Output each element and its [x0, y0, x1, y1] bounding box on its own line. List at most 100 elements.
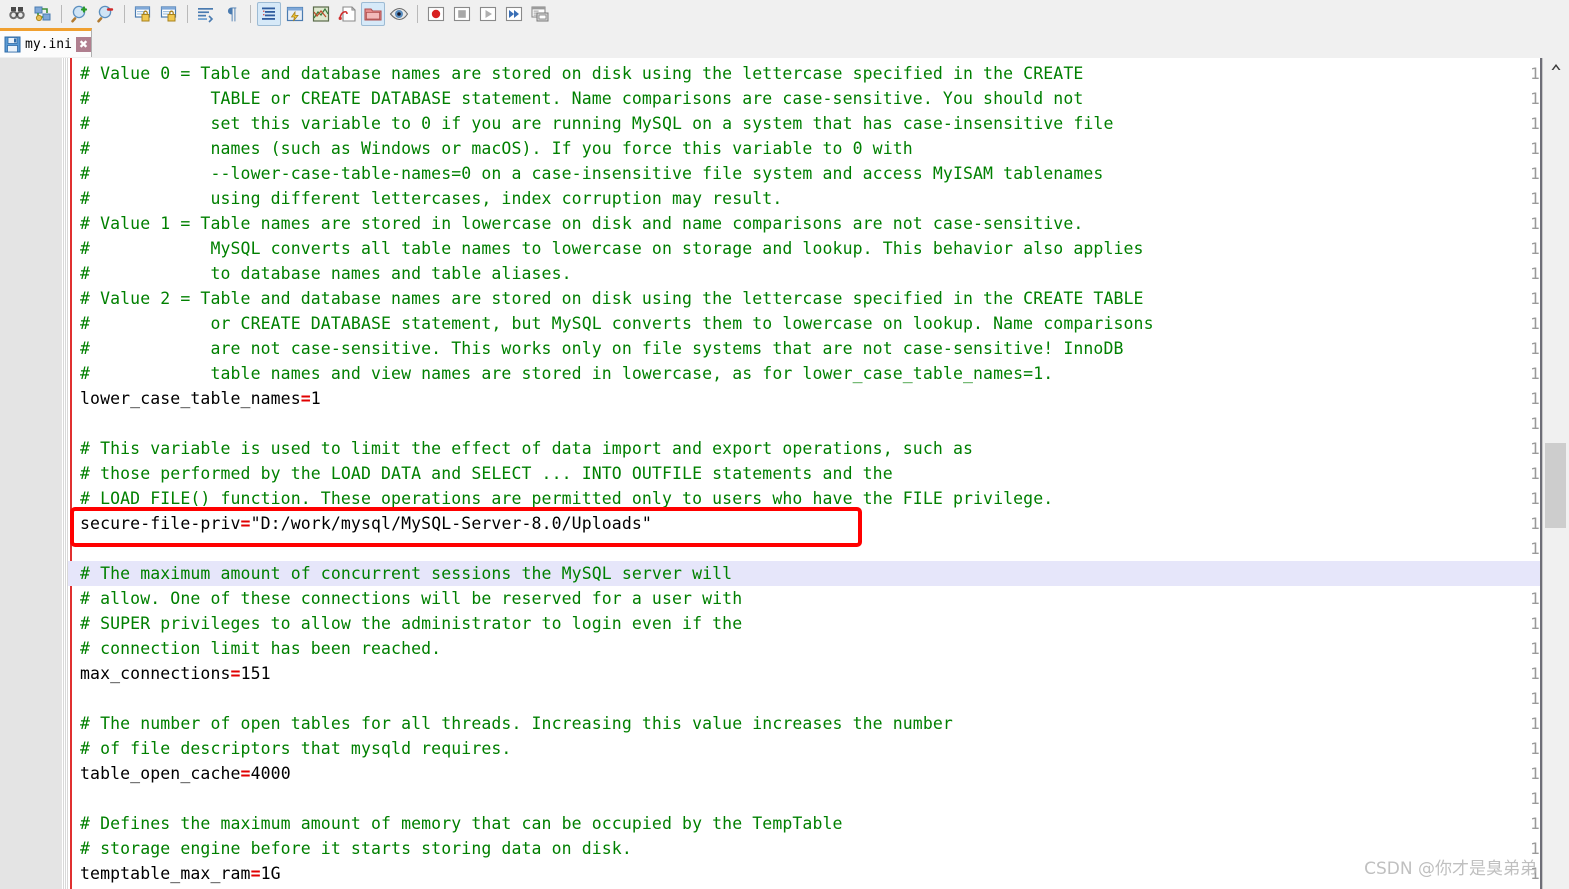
- setting-value: "D:/work/mysql/MySQL-Server-8.0/Uploads": [250, 514, 652, 533]
- code-line[interactable]: # to database names and table aliases.: [80, 261, 572, 286]
- monitoring-icon[interactable]: [387, 2, 411, 26]
- comment-text: # storage engine before it starts storin…: [80, 839, 632, 858]
- code-line[interactable]: # those performed by the LOAD DATA and S…: [80, 461, 893, 486]
- code-line[interactable]: max_connections=151: [80, 661, 271, 686]
- find-icon[interactable]: [5, 2, 29, 26]
- tab-label: my.ini: [25, 36, 72, 52]
- save-file-icon: [4, 36, 21, 53]
- comment-text: # connection limit has been reached.: [80, 639, 442, 658]
- show-all-characters-icon[interactable]: ¶: [220, 2, 244, 26]
- code-line[interactable]: # storage engine before it starts storin…: [80, 836, 632, 861]
- stop-recording-icon[interactable]: [450, 2, 474, 26]
- sync-horizontal-scroll-icon[interactable]: [157, 2, 181, 26]
- code-line[interactable]: # connection limit has been reached.: [80, 636, 441, 661]
- code-line[interactable]: # LOAD_FILE() function. These operations…: [80, 486, 1053, 511]
- code-line[interactable]: # --lower-case-table-names=0 on a case-i…: [80, 161, 1103, 186]
- save-macro-icon[interactable]: [528, 2, 552, 26]
- svg-text:¶: ¶: [227, 5, 238, 24]
- code-line[interactable]: # table names and view names are stored …: [80, 361, 1053, 386]
- comment-text: # MySQL converts all table names to lowe…: [80, 239, 1144, 258]
- setting-key: secure-file-priv: [80, 514, 241, 533]
- code-line[interactable]: lower_case_table_names=1: [80, 386, 321, 411]
- comment-text: # names (such as Windows or macOS). If y…: [80, 139, 913, 158]
- code-line[interactable]: # This variable is used to limit the eff…: [80, 436, 973, 461]
- toolbar: ¶: [0, 0, 1569, 29]
- comment-text: # set this variable to 0 if you are runn…: [80, 114, 1114, 133]
- code-line[interactable]: # using different lettercases, index cor…: [80, 186, 782, 211]
- tab-my-ini[interactable]: my.ini ✖: [0, 28, 92, 57]
- setting-value: 151: [240, 664, 271, 683]
- comment-text: # allow. One of these connections will b…: [80, 589, 743, 608]
- start-recording-icon[interactable]: [424, 2, 448, 26]
- code-line[interactable]: # SUPER privileges to allow the administ…: [80, 611, 742, 636]
- assignment-operator: =: [250, 864, 261, 883]
- replace-icon[interactable]: [31, 2, 55, 26]
- line-number-gutter: [0, 58, 62, 889]
- code-lines[interactable]: # Value 0 = Table and database names are…: [68, 58, 1569, 889]
- scroll-up-arrow-icon[interactable]: [1543, 58, 1568, 76]
- setting-key: table_open_cache: [80, 764, 241, 783]
- assignment-operator: =: [240, 764, 251, 783]
- code-line[interactable]: # of file descriptors that mysqld requir…: [80, 736, 511, 761]
- setting-key: lower_case_table_names: [80, 389, 301, 408]
- code-line[interactable]: # set this variable to 0 if you are runn…: [80, 111, 1113, 136]
- zoom-in-icon[interactable]: [68, 2, 92, 26]
- code-line[interactable]: # or CREATE DATABASE statement, but MySQ…: [80, 311, 1154, 336]
- code-editor[interactable]: 1501511521531541551561571581591601611621…: [0, 58, 1569, 889]
- comment-text: # those performed by the LOAD DATA and S…: [80, 464, 893, 483]
- vertical-scrollbar[interactable]: [1542, 58, 1569, 889]
- setting-key: max_connections: [80, 664, 231, 683]
- code-line[interactable]: # Value 2 = Table and database names are…: [80, 286, 1144, 311]
- user-defined-dialogue-icon[interactable]: [283, 2, 307, 26]
- code-line[interactable]: # TABLE or CREATE DATABASE statement. Na…: [80, 86, 1083, 111]
- toolbar-separator: [417, 5, 418, 23]
- code-line[interactable]: # Value 0 = Table and database names are…: [80, 61, 1083, 86]
- setting-value: 1G: [260, 864, 281, 883]
- comment-text: # TABLE or CREATE DATABASE statement. Na…: [80, 89, 1084, 108]
- comment-text: # LOAD_FILE() function. These operations…: [80, 489, 1054, 508]
- comment-text: # Value 2 = Table and database names are…: [80, 289, 1144, 308]
- setting-key: temptable_max_ram: [80, 864, 251, 883]
- word-wrap-icon[interactable]: [194, 2, 218, 26]
- tab-bar: my.ini ✖: [0, 28, 1569, 59]
- comment-text: # Value 0 = Table and database names are…: [80, 64, 1084, 83]
- close-glyph: ✖: [78, 37, 89, 51]
- code-line[interactable]: table_open_cache=4000: [80, 761, 291, 786]
- toolbar-separator: [124, 5, 125, 23]
- comment-text: # This variable is used to limit the eff…: [80, 439, 974, 458]
- setting-value: 4000: [250, 764, 291, 783]
- show-indent-guide-icon[interactable]: [257, 2, 281, 26]
- code-line[interactable]: temptable_max_ram=1G: [80, 861, 281, 886]
- function-list-icon[interactable]: [335, 2, 359, 26]
- comment-text: # Defines the maximum amount of memory t…: [80, 814, 843, 833]
- comment-text: # The maximum amount of concurrent sessi…: [80, 564, 733, 583]
- setting-value: 1: [310, 389, 321, 408]
- zoom-out-icon[interactable]: [94, 2, 118, 26]
- code-line[interactable]: secure-file-priv="D:/work/mysql/MySQL-Se…: [80, 511, 652, 536]
- folder-as-workspace-icon[interactable]: [361, 2, 385, 26]
- code-line[interactable]: # are not case-sensitive. This works onl…: [80, 336, 1124, 361]
- code-line[interactable]: # MySQL converts all table names to lowe…: [80, 236, 1144, 261]
- comment-text: # --lower-case-table-names=0 on a case-i…: [80, 164, 1104, 183]
- toolbar-separator: [187, 5, 188, 23]
- comment-text: # are not case-sensitive. This works onl…: [80, 339, 1124, 358]
- code-line[interactable]: # Defines the maximum amount of memory t…: [80, 811, 843, 836]
- comment-text: # SUPER privileges to allow the administ…: [80, 614, 743, 633]
- code-line[interactable]: # The number of open tables for all thre…: [80, 711, 953, 736]
- scrollbar-thumb[interactable]: [1545, 443, 1566, 528]
- comment-text: # using different lettercases, index cor…: [80, 189, 783, 208]
- sync-vertical-scroll-icon[interactable]: [131, 2, 155, 26]
- document-map-icon[interactable]: [309, 2, 333, 26]
- assignment-operator: =: [230, 664, 241, 683]
- tab-close-icon[interactable]: ✖: [75, 36, 91, 52]
- toolbar-separator: [250, 5, 251, 23]
- code-line[interactable]: # Value 1 = Table names are stored in lo…: [80, 211, 1083, 236]
- comment-text: # of file descriptors that mysqld requir…: [80, 739, 512, 758]
- comment-text: # Value 1 = Table names are stored in lo…: [80, 214, 1084, 233]
- run-multiple-times-icon[interactable]: [502, 2, 526, 26]
- playback-icon[interactable]: [476, 2, 500, 26]
- code-line[interactable]: # The maximum amount of concurrent sessi…: [80, 561, 732, 586]
- comment-text: # or CREATE DATABASE statement, but MySQ…: [80, 314, 1154, 333]
- code-line[interactable]: # allow. One of these connections will b…: [80, 586, 742, 611]
- code-line[interactable]: # names (such as Windows or macOS). If y…: [80, 136, 913, 161]
